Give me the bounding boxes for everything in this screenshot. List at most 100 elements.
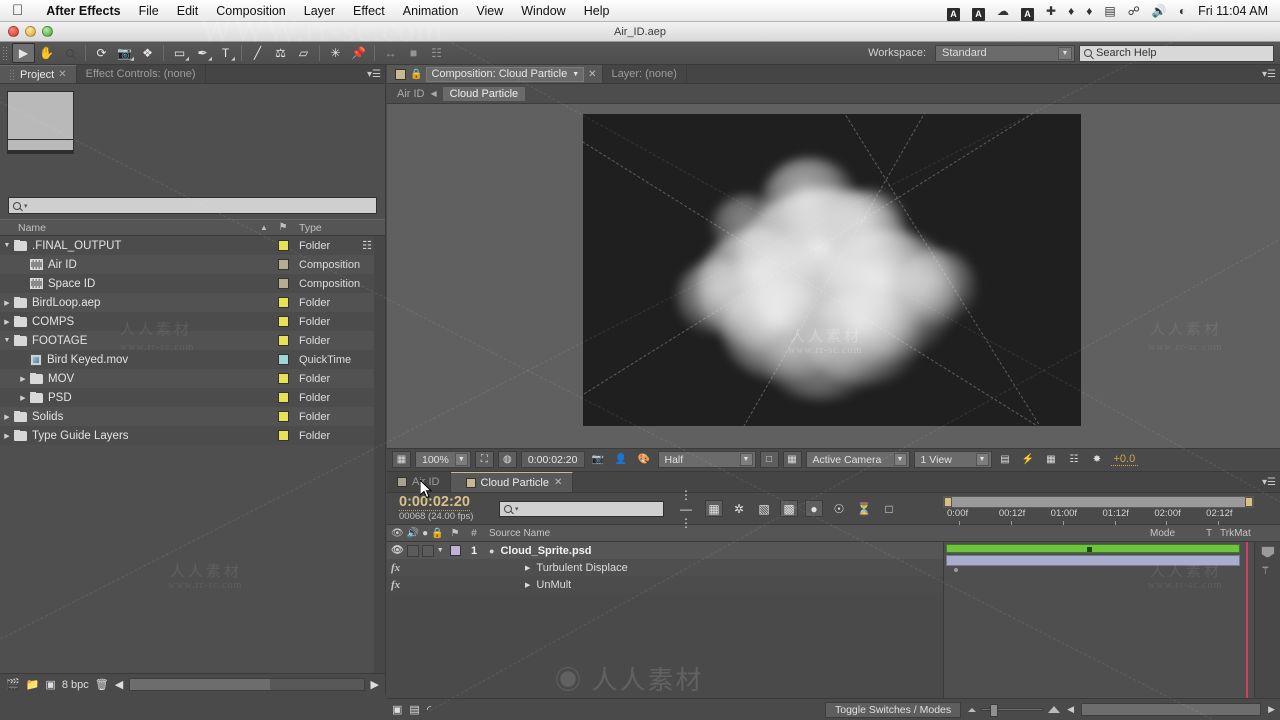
project-panel-menu-icon[interactable]: ▾☰ [363, 65, 385, 83]
project-item-row[interactable]: ▼ .FINAL_OUTPUT Folder [0, 236, 385, 255]
work-area-end-handle[interactable] [1245, 497, 1253, 507]
parent-pick-icon[interactable]: ⚚ [1261, 564, 1275, 577]
resolution-select[interactable]: Half ▼ [657, 451, 756, 468]
solo-toggle[interactable] [421, 544, 434, 557]
tab-composition-cloud-particle[interactable]: 🔒 Composition: Cloud Particle ▼ ✕ [387, 65, 603, 83]
timeline-search-input[interactable]: ▾ [499, 500, 664, 517]
exposure-value[interactable]: +0.0 [1110, 453, 1139, 466]
new-folder-icon[interactable]: 📁 [26, 678, 40, 691]
tab-effect-controls[interactable]: Effect Controls: (none) [76, 65, 206, 83]
pan-behind-tool[interactable]: ❖ [136, 43, 159, 63]
type-tool[interactable]: T ◢ [214, 43, 237, 63]
toggle-mask-icon[interactable]: ▦ [782, 451, 802, 468]
auto-keyframe-icon[interactable]: ☉ [830, 500, 848, 517]
disclosure-triangle-icon[interactable]: ▶ [525, 564, 530, 572]
menu-animation[interactable]: Animation [394, 0, 468, 22]
t-column-header[interactable]: T [1206, 528, 1220, 539]
adobe-icon[interactable]: A [941, 0, 966, 22]
zoom-in-icon[interactable] [1048, 706, 1061, 713]
menu-help[interactable]: Help [575, 0, 619, 22]
label-color-swatch[interactable] [273, 278, 293, 289]
project-item-row[interactable]: Air ID Composition [0, 255, 385, 274]
puppet-pin-tool[interactable]: 📌 [347, 43, 370, 63]
work-area-bar[interactable] [943, 496, 1254, 508]
always-preview-icon[interactable]: ▦ [392, 451, 411, 468]
camera-select[interactable]: Active Camera ▼ [805, 451, 910, 468]
motion-blur-icon[interactable]: ▩ [780, 500, 798, 517]
project-horizontal-scrollbar[interactable] [129, 678, 365, 691]
work-area-start-handle[interactable] [944, 497, 952, 507]
column-type[interactable]: Type [293, 222, 385, 234]
project-item-name-cell[interactable]: MOV [30, 372, 273, 385]
scrollbar-thumb[interactable] [130, 679, 271, 690]
trkmat-column-header[interactable]: TrkMat [1220, 528, 1280, 539]
zoom-slider-knob[interactable] [990, 704, 999, 717]
shape-marker-icon[interactable] [1260, 546, 1275, 558]
zoom-tool[interactable] [58, 43, 81, 63]
views-select[interactable]: 1 View ▼ [913, 451, 992, 468]
link-icon[interactable]: ⋮—⋮ [680, 488, 698, 530]
footage-icon[interactable]: ▣ [45, 678, 55, 691]
snapshot-icon[interactable]: 📷 [589, 451, 608, 468]
timeline-panel-menu-icon[interactable]: ▾☰ [1258, 472, 1280, 492]
label-color-swatch[interactable] [273, 411, 293, 422]
brush-tool[interactable]: ╱ [246, 43, 269, 63]
project-item-row[interactable]: ▶ Type Guide Layers Folder [0, 426, 385, 445]
shape-tool[interactable]: ▭ ◢ [168, 43, 191, 63]
scroll-right-arrow[interactable]: ▶ [1268, 704, 1275, 715]
toggle-switches-modes-button[interactable]: Toggle Switches / Modes [825, 701, 962, 718]
menu-file[interactable]: File [130, 0, 168, 22]
layer-label-swatch[interactable] [445, 545, 465, 556]
bluetooth-icon[interactable]: ☍ [1122, 0, 1146, 22]
chevron-down-icon[interactable]: ▼ [975, 453, 989, 466]
project-search-input[interactable]: ▾ [8, 197, 377, 214]
project-item-name-cell[interactable]: Space ID [30, 278, 273, 290]
show-snapshot-icon[interactable]: 👤 [612, 451, 631, 468]
hand-tool[interactable]: ✋ [35, 43, 58, 63]
label-color-swatch[interactable] [273, 316, 293, 327]
comp-tab-pill[interactable]: Composition: Cloud Particle ▼ [426, 66, 585, 82]
menu-layer[interactable]: Layer [295, 0, 344, 22]
project-item-row[interactable]: ▶ PSD Folder [0, 388, 385, 407]
tab-timeline-air-id[interactable]: Air ID [387, 472, 451, 492]
project-item-row[interactable]: ▶ COMPS Folder [0, 312, 385, 331]
scrollbar-thumb[interactable] [1082, 704, 1261, 715]
collapse-hierarchy-icon[interactable]: ☷ [362, 239, 372, 252]
breadcrumb-current[interactable]: Cloud Particle [442, 86, 526, 101]
bit-depth-label[interactable]: 8 bpc [62, 679, 89, 691]
audio-toggle[interactable] [406, 544, 419, 557]
disclosure-triangle-icon[interactable]: ▼ [437, 547, 444, 554]
disclosure-triangle-icon[interactable]: ▼ [0, 242, 14, 249]
curve-editor-icon[interactable]: ⏳ [855, 500, 873, 517]
eraser-tool[interactable]: ▱ [292, 43, 315, 63]
label-color-swatch[interactable] [273, 354, 293, 365]
label-color-swatch[interactable] [273, 240, 293, 251]
fast-preview-icon[interactable]: ⚡ [1019, 451, 1038, 468]
project-item-name-cell[interactable]: BirdLoop.aep [14, 296, 273, 309]
composition-panel-menu-icon[interactable]: ▾☰ [1258, 65, 1280, 83]
adobe-icon[interactable]: A [966, 0, 991, 22]
mode-column-header[interactable]: Mode [1146, 528, 1206, 539]
channel-rgb-icon[interactable]: 🎨 [635, 451, 654, 468]
volume-icon[interactable]: 🔊 [1146, 0, 1173, 22]
close-icon[interactable]: ✕ [58, 69, 66, 80]
workspace-select[interactable]: Standard ▼ [935, 44, 1075, 62]
camera-tool[interactable]: 📷 ◢ [113, 43, 136, 63]
comp-flowchart-icon[interactable]: ▤ [409, 703, 419, 716]
label-color-swatch[interactable] [273, 335, 293, 346]
hide-shy-layers-icon[interactable]: ✲ [730, 500, 748, 517]
timeline-track-area[interactable]: ▼ [943, 542, 1254, 698]
label-color-swatch[interactable] [273, 430, 293, 441]
gem-icon[interactable]: ♦ [1062, 0, 1080, 22]
timeline-playhead[interactable]: ▼ [1246, 542, 1248, 698]
menu-view[interactable]: View [467, 0, 512, 22]
pen-tool[interactable]: ✒ ◢ [191, 43, 214, 63]
clone-stamp-tool[interactable]: ⚖ [269, 43, 292, 63]
column-name[interactable]: Name [0, 222, 255, 234]
brainstorm-icon[interactable]: ● [805, 500, 823, 517]
project-item-name-cell[interactable]: COMPS [14, 315, 273, 328]
chevron-down-icon[interactable]: ▼ [893, 453, 907, 466]
chevron-down-icon[interactable]: ▼ [1058, 46, 1072, 60]
menu-window[interactable]: Window [512, 0, 574, 22]
project-item-row[interactable]: Bird Keyed.mov QuickTime [0, 350, 385, 369]
